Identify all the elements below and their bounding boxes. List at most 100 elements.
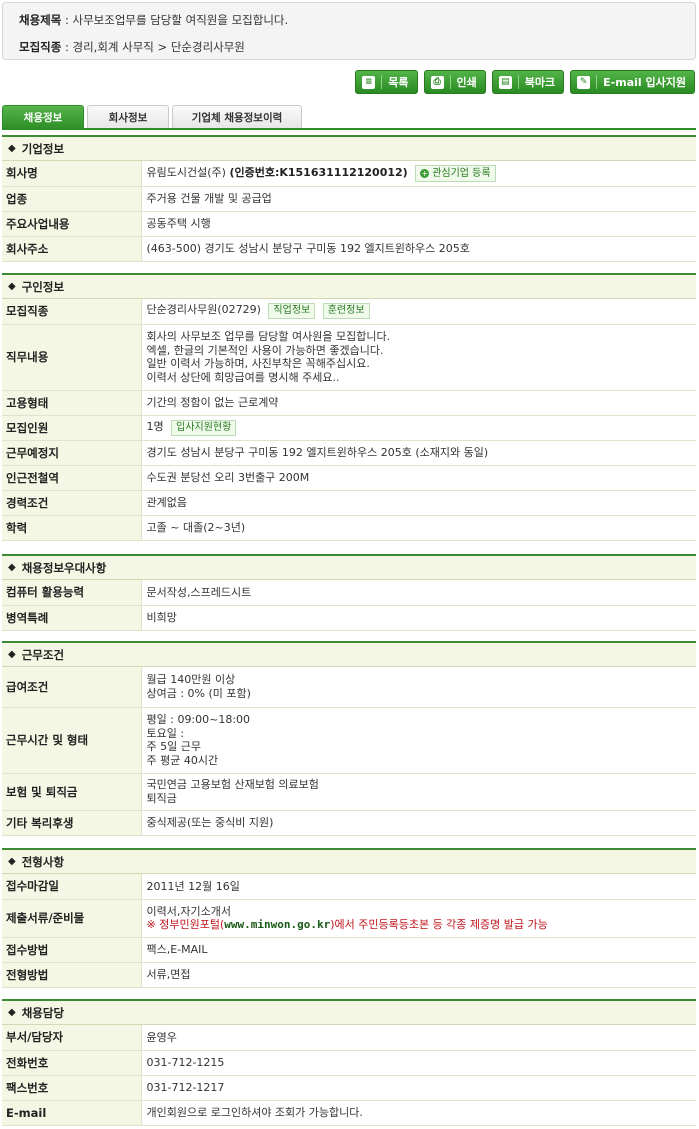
- insurance-line: 국민연금 고용보험 산재보험 의료보험: [146, 778, 319, 791]
- field-value: 관계없음: [141, 490, 696, 516]
- field-value: 031-712-1217: [141, 1075, 696, 1101]
- table-row: 주요사업내용 공동주택 시행: [2, 211, 696, 237]
- conditions-section: ◆ 근무조건 급여조건 월급 140만원 이상 상여금 : 0% (미 포함) 근…: [2, 641, 696, 836]
- button-separator: [596, 75, 598, 89]
- tab-company-info[interactable]: 회사정보: [87, 105, 169, 129]
- email-apply-button-label: E-mail 입사지원: [603, 76, 686, 89]
- field-label: 회사명: [2, 161, 142, 187]
- minwon-site-link[interactable]: www.minwon.go.kr: [224, 918, 330, 931]
- list-button[interactable]: ≡ 목록: [355, 70, 418, 94]
- table-row: 병역특례 비희망: [2, 605, 696, 631]
- job-table: 모집직종 단순경리사무원(02729) 직업정보 훈련정보 직무내용 회사의 사…: [2, 299, 696, 541]
- table-row: 인근전철역 수도권 분당선 오리 3번출구 200M: [2, 465, 696, 491]
- field-label: 근무예정지: [2, 440, 142, 466]
- duty-line: 이력서 상단에 희망급여를 명시해 주세요..: [146, 370, 340, 384]
- insurance-cell: 국민연금 고용보험 산재보험 의료보험 퇴직금: [141, 773, 696, 811]
- table-row: 경력조건 관계없음: [2, 490, 696, 516]
- applicants-status-tag[interactable]: 입사지원현황: [171, 419, 237, 436]
- field-label: 인근전철역: [2, 465, 142, 491]
- notice-suffix: )에서 주민등록등초본 등 각종 제증명 발급 가능: [330, 918, 548, 931]
- headcount-cell: 1명 입사지원현황: [141, 415, 696, 441]
- button-separator: [381, 75, 383, 89]
- print-icon: ⎙: [430, 75, 444, 89]
- table-row: 접수방법 팩스,E-MAIL: [2, 937, 696, 963]
- table-row: 업종 주거용 건물 개발 및 공급업: [2, 186, 696, 212]
- preference-table: 컴퓨터 활용능력 문서작성,스프레드시트 병역특례 비희망: [2, 580, 696, 631]
- field-label: 병역특례: [2, 605, 142, 631]
- field-value: 개인회원으로 로그인하셔야 조회가 가능합니다.: [141, 1100, 696, 1126]
- table-row: 보험 및 퇴직금 국민연금 고용보험 산재보험 의료보험 퇴직금: [2, 773, 696, 811]
- section-heading-text: 전형사항: [21, 854, 65, 869]
- field-label: 주요사업내용: [2, 211, 142, 237]
- documents-value: 이력서,자기소개서: [146, 904, 231, 918]
- field-value: 수도권 분당선 오리 3번출구 200M: [141, 465, 696, 491]
- training-info-tag[interactable]: 훈련정보: [322, 303, 370, 320]
- field-value: 비희망: [141, 605, 696, 631]
- field-value: 공동주택 시행: [141, 211, 696, 237]
- field-label: 직무내용: [2, 324, 142, 391]
- minwon-notice: ※ 정부민원포털(www.minwon.go.kr)에서 주민등록등초본 등 각…: [147, 918, 697, 932]
- documents-cell: 이력서,자기소개서 ※ 정부민원포털(www.minwon.go.kr)에서 주…: [141, 899, 697, 938]
- job-category-cell: 단순경리사무원(02729) 직업정보 훈련정보: [141, 299, 696, 325]
- table-row: 모집인원 1명 입사지원현황: [2, 415, 696, 441]
- table-row: 컴퓨터 활용능력 문서작성,스프레드시트: [2, 580, 696, 606]
- field-label: 급여조건: [2, 667, 142, 708]
- field-label: 업종: [2, 186, 142, 212]
- company-name: 유림도시건설(주): [146, 165, 226, 179]
- job-section: ◆ 구인정보 모집직종 단순경리사무원(02729) 직업정보 훈련정보 직무내용…: [2, 273, 696, 541]
- conditions-table: 급여조건 월급 140만원 이상 상여금 : 0% (미 포함) 근무시간 및 …: [2, 667, 696, 836]
- table-row: 급여조건 월급 140만원 이상 상여금 : 0% (미 포함): [2, 667, 696, 708]
- field-label: 고용형태: [2, 390, 142, 416]
- interest-company-button[interactable]: + 관심기업 등록: [415, 164, 496, 182]
- field-value: 경기도 성남시 분당구 구미동 192 엘지트윈하우스 205호 (소재지와 동…: [141, 440, 696, 466]
- company-name-cell: 유림도시건설(주) (인증번호:K151631112120012) + 관심기업 …: [141, 161, 696, 187]
- section-heading: ◆ 전형사항: [2, 850, 696, 874]
- field-value: 고졸 ~ 대졸(2~3년): [141, 515, 696, 541]
- button-separator: [517, 75, 519, 89]
- section-heading-text: 채용정보우대사항: [21, 560, 107, 575]
- selection-section: ◆ 전형사항 접수마감일 2011년 12월 16일 제출서류/준비물 이력서,자…: [2, 848, 696, 988]
- bookmark-button[interactable]: ▤ 북마크: [491, 70, 565, 94]
- field-label: 모집직종: [2, 299, 142, 325]
- field-label: 학력: [2, 515, 142, 541]
- diamond-icon: ◆: [8, 281, 16, 292]
- table-row: 근무시간 및 형태 평일 : 09:00~18:00 토요일 : 주 5일 근무…: [2, 707, 696, 774]
- preference-section: ◆ 채용정보우대사항 컴퓨터 활용능력 문서작성,스프레드시트 병역특례 비희망: [2, 554, 696, 631]
- hours-line: 평일 : 09:00~18:00: [146, 713, 251, 726]
- table-row: 부서/담당자 윤영우: [2, 1025, 696, 1051]
- job-category-row: 모집직종 : 경리,회계 사무직 > 단순경리사무원: [19, 40, 245, 54]
- section-heading: ◆ 채용정보우대사항: [2, 556, 696, 580]
- job-category-value: 단순경리사무원(02729): [146, 303, 261, 317]
- insurance-line: 퇴직금: [146, 791, 177, 805]
- field-value: 주거용 건물 개발 및 공급업: [141, 186, 696, 212]
- action-toolbar: ≡ 목록 ⎙ 인쇄 ▤ 북마크 ✎ E-mail 입사지원: [355, 70, 695, 94]
- table-row: 기타 복리후생 중식제공(또는 중식비 지원): [2, 810, 696, 836]
- hours-line: 주 5일 근무: [146, 740, 201, 753]
- field-label: 경력조건: [2, 490, 142, 516]
- bookmark-button-label: 북마크: [524, 76, 556, 89]
- table-row: 회사명 유림도시건설(주) (인증번호:K151631112120012) + 관…: [2, 161, 696, 187]
- job-info-tag[interactable]: 직업정보: [268, 303, 316, 320]
- tab-hiring-history[interactable]: 기업체 채용정보이력: [172, 105, 302, 129]
- contact-section: ◆ 채용담당 부서/담당자 윤영우 전화번호 031-712-1215 팩스번호 …: [2, 999, 696, 1126]
- duty-line: 회사의 사무보조 업무를 담당할 여사원을 모집합니다.: [146, 330, 391, 343]
- field-label: 모집인원: [2, 415, 142, 441]
- table-row: 전화번호 031-712-1215: [2, 1050, 696, 1076]
- section-heading: ◆ 기업정보: [2, 137, 696, 161]
- salary-cell: 월급 140만원 이상 상여금 : 0% (미 포함): [141, 667, 696, 708]
- print-button[interactable]: ⎙ 인쇄: [423, 70, 486, 94]
- field-value: 기간의 정함이 없는 근로계약: [141, 390, 696, 416]
- list-icon: ≡: [362, 75, 376, 89]
- table-row: 직무내용 회사의 사무보조 업무를 담당할 여사원을 모집합니다. 엑셀, 한글…: [2, 324, 696, 391]
- field-label: 전형방법: [2, 962, 142, 988]
- field-value: (463-500) 경기도 성남시 분당구 구미동 192 엘지트윈하우스 20…: [141, 236, 696, 262]
- job-title-value: 사무보조업무를 담당할 여직원을 모집합니다.: [72, 13, 289, 27]
- job-title-row: 채용제목 : 사무보조업무를 담당할 여직원을 모집합니다.: [19, 13, 289, 27]
- field-value: 팩스,E-MAIL: [141, 937, 696, 963]
- email-apply-button[interactable]: ✎ E-mail 입사지원: [570, 70, 695, 94]
- field-label: 팩스번호: [2, 1075, 142, 1101]
- tab-job-info[interactable]: 채용정보: [2, 105, 84, 129]
- section-heading-text: 구인정보: [21, 279, 65, 294]
- button-separator: [449, 75, 451, 89]
- diamond-icon: ◆: [8, 649, 16, 660]
